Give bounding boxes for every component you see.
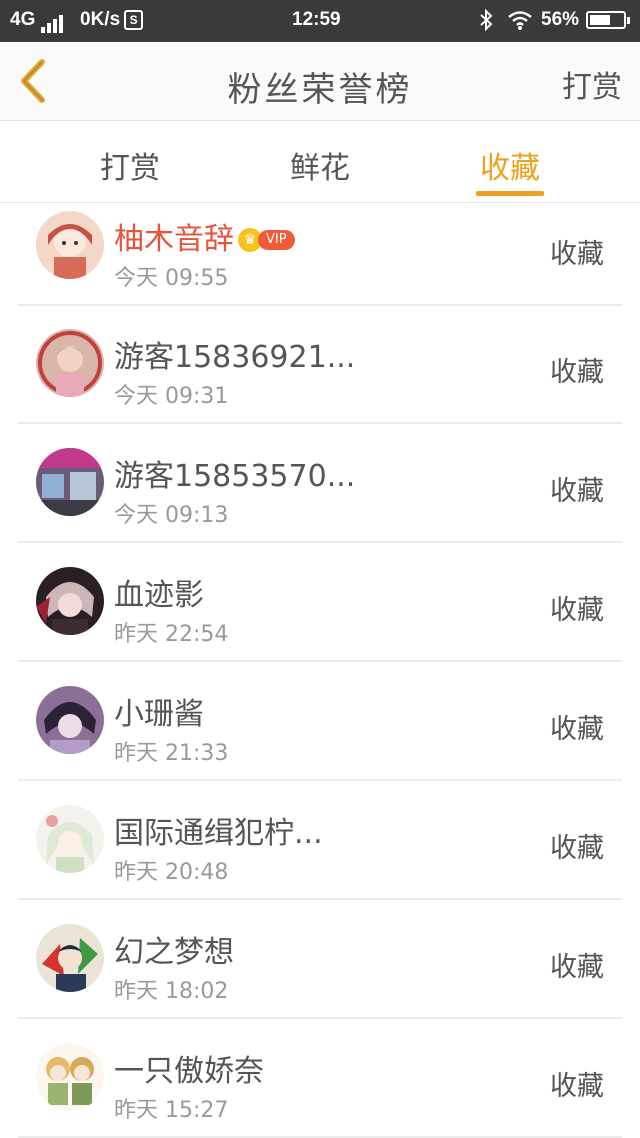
vip-label: VIP	[258, 229, 295, 250]
avatar	[36, 329, 104, 397]
list-item[interactable]: 血迹影 昨天 22:54 收藏	[18, 542, 622, 662]
list-item[interactable]: 游客15853570... 今天 09:13 收藏	[18, 423, 622, 543]
wifi-icon	[507, 9, 533, 37]
avatar	[36, 805, 104, 873]
action-label: 收藏	[550, 476, 604, 507]
timestamp: 昨天 15:27	[114, 1098, 229, 1123]
avatar	[36, 686, 104, 754]
list-item[interactable]: 一只傲娇奈 昨天 15:27 收藏	[18, 1018, 622, 1138]
status-bar: 4G 0K/s S 12:59 56%	[0, 0, 640, 42]
net-speed: 0K/s	[80, 9, 121, 30]
list-item[interactable]: 国际通缉犯柠... 昨天 20:48 收藏	[18, 780, 622, 900]
action-label: 收藏	[550, 357, 604, 388]
action-label: 收藏	[550, 833, 604, 864]
page-title: 粉丝荣誉榜	[227, 70, 413, 110]
tab-tip[interactable]: 打赏	[70, 143, 190, 187]
battery-icon	[586, 11, 630, 29]
signal-icon	[40, 11, 65, 33]
timestamp: 昨天 18:02	[114, 979, 229, 1004]
action-label: 收藏	[550, 714, 604, 745]
bluetooth-icon	[478, 8, 494, 37]
timestamp: 今天 09:55	[114, 266, 229, 291]
list-item[interactable]: 幻之梦想 昨天 18:02 收藏	[18, 899, 622, 1019]
timestamp: 昨天 22:54	[114, 622, 229, 647]
action-label: 收藏	[550, 595, 604, 626]
user-name: 幻之梦想	[114, 935, 234, 970]
user-name: 国际通缉犯柠...	[114, 816, 323, 851]
tab-favorites[interactable]: 收藏	[450, 143, 570, 187]
user-name: 柚木音辞 ♛ VIP	[114, 214, 295, 258]
clock: 12:59	[292, 9, 341, 30]
list-item[interactable]: 小珊酱 昨天 21:33 收藏	[18, 661, 622, 781]
user-name: 一只傲娇奈	[114, 1054, 264, 1089]
avatar	[36, 924, 104, 992]
network-indicator: 4G	[10, 9, 65, 33]
vip-badge: ♛ VIP	[238, 221, 295, 256]
user-name: 小珊酱	[114, 697, 204, 732]
action-label: 收藏	[550, 239, 604, 270]
list-item[interactable]: 游客15836921... 今天 09:31 收藏	[18, 304, 622, 424]
battery-percent: 56%	[541, 9, 580, 30]
user-name: 游客15853570...	[114, 459, 356, 494]
timestamp: 今天 09:31	[114, 384, 229, 409]
network-type: 4G	[10, 9, 36, 30]
nav-bar: 粉丝荣誉榜 打赏	[0, 42, 640, 121]
avatar	[36, 448, 104, 516]
user-name: 游客15836921...	[114, 340, 356, 375]
user-name: 血迹影	[114, 578, 204, 613]
speed-indicator: 0K/s S	[80, 9, 144, 31]
tab-bar: 打赏 鲜花 收藏	[0, 121, 640, 203]
avatar	[36, 211, 104, 279]
action-label: 收藏	[550, 952, 604, 983]
sim-icon: S	[124, 10, 144, 30]
avatar	[36, 567, 104, 635]
avatar	[36, 1043, 104, 1111]
fan-list: 柚木音辞 ♛ VIP 今天 09:55 收藏 游客15836921... 今天 09…	[0, 202, 640, 1138]
list-item[interactable]: 柚木音辞 ♛ VIP 今天 09:55 收藏	[18, 202, 622, 306]
timestamp: 昨天 21:33	[114, 741, 229, 766]
timestamp: 今天 09:13	[114, 503, 229, 528]
action-label: 收藏	[550, 1071, 604, 1102]
timestamp: 昨天 20:48	[114, 860, 229, 885]
tip-button[interactable]: 打赏	[562, 62, 622, 106]
tab-flowers[interactable]: 鲜花	[260, 143, 380, 187]
active-tab-indicator	[476, 191, 544, 196]
